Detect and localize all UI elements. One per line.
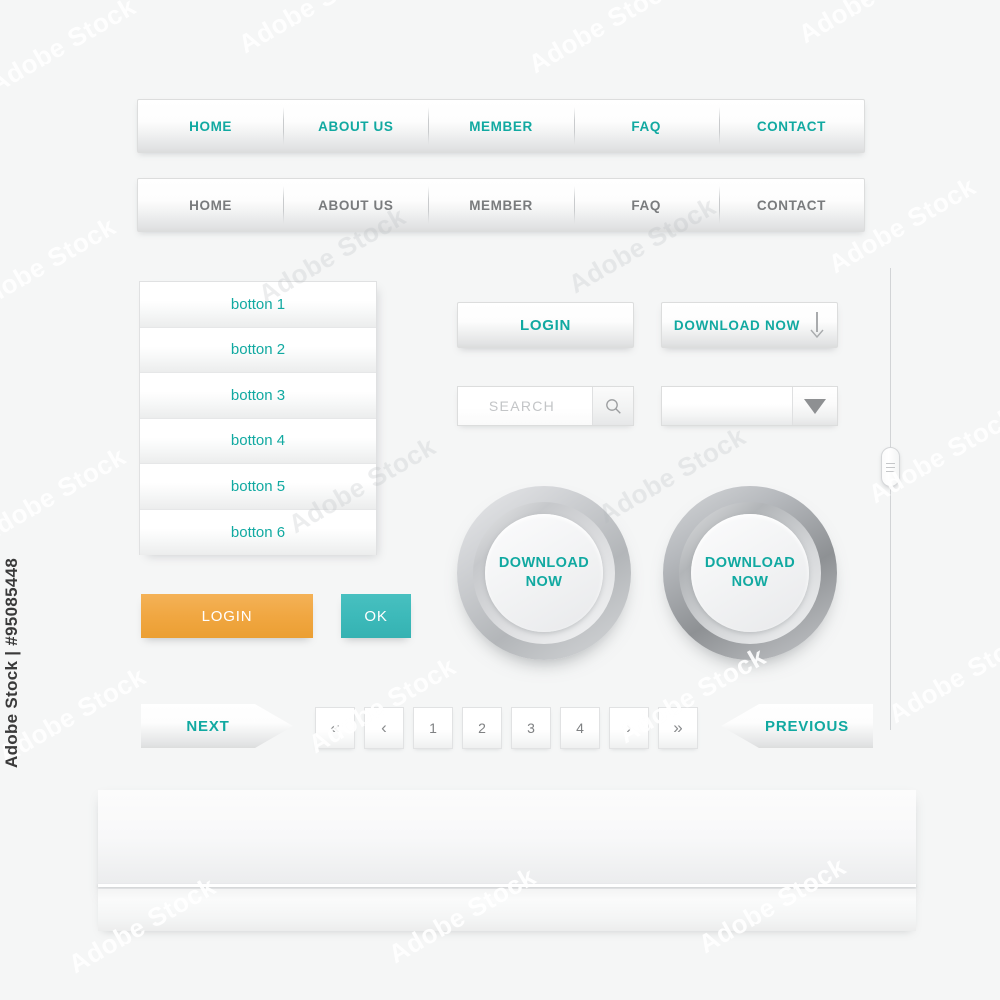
vertical-button-list: botton 1 botton 2 botton 3 botton 4 bott… xyxy=(139,281,377,555)
search-button[interactable] xyxy=(592,387,633,425)
list-item[interactable]: botton 6 xyxy=(140,509,376,555)
nav2-item-contact[interactable]: CONTACT xyxy=(718,179,864,231)
download-now-label: DOWNLOAD NOW xyxy=(673,317,801,333)
banner-divider xyxy=(98,884,916,887)
first-page[interactable]: « xyxy=(315,707,355,749)
search-input[interactable]: SEARCH xyxy=(458,387,592,425)
circle-label-line2: NOW xyxy=(731,574,769,590)
dropdown-toggle[interactable] xyxy=(792,387,837,425)
login-button[interactable]: LOGIN xyxy=(457,302,634,348)
previous-button-label: PREVIOUS xyxy=(765,717,849,735)
circle-label-line1: DOWNLOAD xyxy=(498,555,590,572)
circle-core: DOWNLOAD NOW xyxy=(485,514,603,632)
circle-label-line1: DOWNLOAD xyxy=(704,555,796,572)
list-item[interactable]: botton 5 xyxy=(140,464,376,510)
nav2-item-home[interactable]: HOME xyxy=(138,179,283,231)
nav2-item-member[interactable]: MEMBER xyxy=(428,179,573,231)
page-3[interactable]: 3 xyxy=(511,707,551,749)
circle-label-line2: NOW xyxy=(525,574,563,590)
page-2[interactable]: 2 xyxy=(462,707,502,749)
previous-button[interactable]: PREVIOUS xyxy=(721,704,873,748)
triangle-down-icon xyxy=(804,398,826,414)
circle-download-button-light[interactable]: DOWNLOAD NOW xyxy=(457,486,631,660)
page-4[interactable]: 4 xyxy=(560,707,600,749)
login-orange-label: LOGIN xyxy=(201,607,253,625)
circle-ring: DOWNLOAD NOW xyxy=(473,502,615,644)
circle-download-button-dark[interactable]: DOWNLOAD NOW xyxy=(663,486,837,660)
dropdown-value[interactable] xyxy=(662,387,792,425)
nav2-item-faq[interactable]: FAQ xyxy=(573,179,719,231)
list-item[interactable]: botton 2 xyxy=(140,327,376,373)
search-box[interactable]: SEARCH xyxy=(457,386,634,426)
circle-ring: DOWNLOAD NOW xyxy=(679,502,821,644)
prev-page[interactable]: ‹ xyxy=(364,707,404,749)
secondary-gray-navbar[interactable]: HOME ABOUT US MEMBER FAQ CONTACT xyxy=(137,178,865,232)
magnifier-icon xyxy=(605,398,621,414)
list-item[interactable]: botton 4 xyxy=(140,418,376,464)
nav-item-home[interactable]: HOME xyxy=(138,100,283,152)
next-button[interactable]: NEXT xyxy=(141,704,293,748)
stock-credit: Adobe Stock | #95085448 xyxy=(2,557,21,768)
next-button-label: NEXT xyxy=(186,717,230,735)
login-orange-button[interactable]: LOGIN xyxy=(141,594,313,638)
ok-button[interactable]: OK xyxy=(341,594,411,638)
page-1[interactable]: 1 xyxy=(413,707,453,749)
arrow-down-icon xyxy=(809,311,825,339)
download-now-button[interactable]: DOWNLOAD NOW xyxy=(661,302,838,348)
primary-teal-navbar[interactable]: HOME ABOUT US MEMBER FAQ CONTACT xyxy=(137,99,865,153)
banner-panel-bottom xyxy=(98,889,916,931)
nav-item-contact[interactable]: CONTACT xyxy=(718,100,864,152)
banner-panel-top xyxy=(98,790,916,895)
slider-handle[interactable] xyxy=(881,447,900,487)
circle-core: DOWNLOAD NOW xyxy=(691,514,809,632)
last-page[interactable]: » xyxy=(658,707,698,749)
ui-kit-stage: HOME ABOUT US MEMBER FAQ CONTACT HOME AB… xyxy=(0,0,1000,1000)
dropdown-select[interactable] xyxy=(661,386,838,426)
nav2-item-about-us[interactable]: ABOUT US xyxy=(283,179,428,231)
next-page[interactable]: › xyxy=(609,707,649,749)
list-item[interactable]: botton 1 xyxy=(140,282,376,328)
search-placeholder: SEARCH xyxy=(488,398,556,414)
nav-item-faq[interactable]: FAQ xyxy=(573,100,719,152)
vertical-slider-track[interactable] xyxy=(890,268,891,730)
nav-item-about-us[interactable]: ABOUT US xyxy=(283,100,428,152)
login-button-label: LOGIN xyxy=(520,316,571,334)
list-item[interactable]: botton 3 xyxy=(140,373,376,419)
ok-button-label: OK xyxy=(364,607,388,625)
nav-item-member[interactable]: MEMBER xyxy=(428,100,573,152)
